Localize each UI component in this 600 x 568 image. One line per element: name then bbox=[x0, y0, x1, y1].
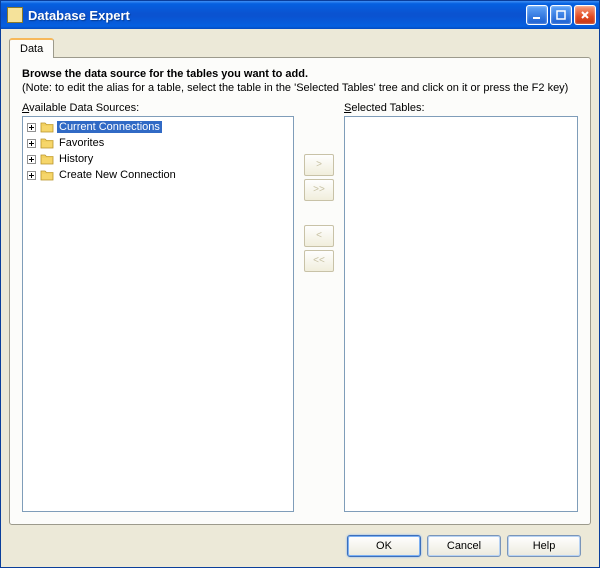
add-all-button[interactable]: >> bbox=[304, 179, 334, 201]
instructions-note: (Note: to edit the alias for a table, se… bbox=[22, 82, 578, 94]
cancel-button[interactable]: Cancel bbox=[427, 535, 501, 557]
tree-item-label: Favorites bbox=[57, 137, 106, 149]
tree-item[interactable]: Create New Connection bbox=[23, 167, 293, 183]
tab-data[interactable]: Data bbox=[9, 38, 54, 58]
expand-icon[interactable] bbox=[27, 171, 36, 180]
tree-item[interactable]: Favorites bbox=[23, 135, 293, 151]
ok-button[interactable]: OK bbox=[347, 535, 421, 557]
help-button[interactable]: Help bbox=[507, 535, 581, 557]
available-data-sources-tree[interactable]: Current Connections Favorites History Creat… bbox=[22, 116, 294, 512]
add-button[interactable]: > bbox=[304, 154, 334, 176]
tree-item-label: Current Connections bbox=[57, 121, 162, 133]
tree-item[interactable]: Current Connections bbox=[23, 119, 293, 135]
minimize-button[interactable] bbox=[526, 5, 548, 25]
expand-icon[interactable] bbox=[27, 123, 36, 132]
client-area: Data Browse the data source for the tabl… bbox=[1, 29, 599, 567]
close-button[interactable] bbox=[574, 5, 596, 25]
titlebar[interactable]: Database Expert bbox=[1, 1, 599, 29]
move-buttons-column: > >> < << bbox=[294, 102, 344, 512]
remove-all-button[interactable]: << bbox=[304, 250, 334, 272]
dialog-window: Database Expert Data Browse the data sou… bbox=[0, 0, 600, 568]
tree-item-label: History bbox=[57, 153, 95, 165]
tab-panel-data: Browse the data source for the tables yo… bbox=[9, 57, 591, 525]
app-icon bbox=[7, 7, 23, 23]
folder-icon bbox=[40, 121, 54, 133]
folder-icon bbox=[40, 169, 54, 181]
selected-tables-tree[interactable] bbox=[344, 116, 578, 512]
instructions-title: Browse the data source for the tables yo… bbox=[22, 68, 578, 80]
selected-column: Selected Tables: bbox=[344, 102, 578, 512]
available-column: Available Data Sources: Current Connecti… bbox=[22, 102, 294, 512]
folder-icon bbox=[40, 137, 54, 149]
tree-item-label: Create New Connection bbox=[57, 169, 178, 181]
expand-icon[interactable] bbox=[27, 139, 36, 148]
available-label: Available Data Sources: bbox=[22, 102, 294, 114]
expand-icon[interactable] bbox=[27, 155, 36, 164]
window-buttons bbox=[526, 5, 596, 25]
tabstrip: Data bbox=[9, 37, 591, 57]
dialog-footer: OK Cancel Help bbox=[9, 525, 591, 567]
remove-button[interactable]: < bbox=[304, 225, 334, 247]
tab-label: Data bbox=[20, 43, 43, 55]
selected-label: Selected Tables: bbox=[344, 102, 578, 114]
window-title: Database Expert bbox=[28, 8, 526, 23]
folder-icon bbox=[40, 153, 54, 165]
tree-item[interactable]: History bbox=[23, 151, 293, 167]
lists-row: Available Data Sources: Current Connecti… bbox=[22, 102, 578, 512]
maximize-button[interactable] bbox=[550, 5, 572, 25]
